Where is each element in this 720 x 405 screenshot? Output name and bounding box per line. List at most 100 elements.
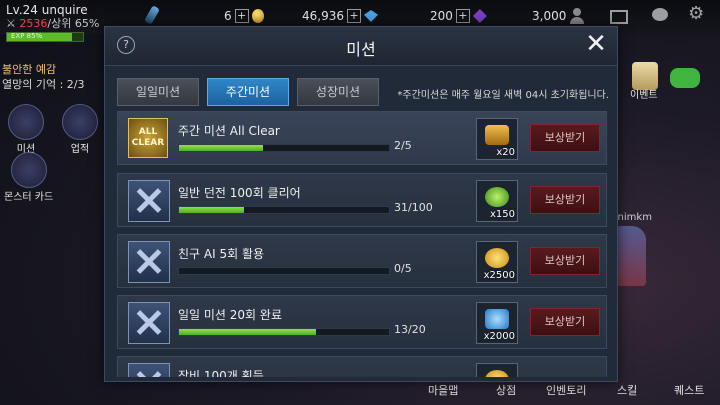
mission-row: 일일 미션 20회 완료 13/20 x2000 보상받기 (117, 295, 607, 349)
mission-progress-text: 0/5 (394, 262, 412, 275)
currency-gold: 46,936 + (302, 9, 378, 23)
monster-card-button[interactable]: 몬스터 카드 (4, 152, 53, 203)
tab-growth[interactable]: 성장미션 (297, 78, 379, 106)
event-label-wrap: 이벤트 (630, 86, 658, 101)
currency-crystal: 200 + (430, 9, 487, 23)
gold-coin-icon (485, 370, 509, 377)
mission-progress-bar (178, 267, 390, 275)
exp-label: EXP 85% (11, 32, 43, 40)
crossed-swords-icon (128, 241, 170, 283)
mission-progress-bar (178, 328, 390, 336)
crossed-swords-icon: ⚔ (6, 17, 16, 30)
mission-name: 일반 던전 100회 클리어 (178, 186, 301, 200)
gold-count: 46,936 (302, 9, 344, 23)
mission-progress-bar (178, 206, 390, 214)
progress-fill (179, 207, 245, 213)
dialog-header: ? 미션 ✕ (105, 27, 617, 66)
claim-reward-button[interactable]: 보상받기 (530, 124, 600, 152)
reward-slot[interactable]: x2500 (476, 241, 518, 283)
quest-tracker[interactable]: 불안한 예감 열망의 기억 : 2/3 (2, 62, 85, 92)
coin-add-button[interactable]: + (234, 9, 249, 23)
mission-name: 친구 AI 5회 활용 (178, 247, 265, 261)
gear-icon[interactable]: ⚙ (688, 5, 706, 23)
torch-icon (144, 5, 160, 25)
mission-row: ALL CLEAR 주간 미션 All Clear 2/5 x20 보상받기 (117, 111, 607, 165)
mission-list[interactable]: ALL CLEAR 주간 미션 All Clear 2/5 x20 보상받기 일… (117, 111, 607, 377)
event-label: 이벤트 (630, 90, 658, 101)
mission-tabs: 일일미션 주간미션 성장미션 (117, 78, 379, 106)
event-button[interactable] (670, 68, 700, 88)
mail-icon[interactable] (610, 10, 628, 24)
mission-name: 장비 100개 획득 (178, 369, 264, 377)
monster-card-icon (10, 152, 47, 188)
claim-reward-button[interactable]: 보상받기 (530, 186, 600, 214)
player-info[interactable]: Lv.24 unquire ⚔ 2536/상위 65% (6, 3, 99, 31)
reset-notice: *주간미션은 매주 월요일 새벽 04시 초기화됩니다. (397, 90, 609, 101)
green-gem-icon (485, 187, 509, 207)
combat-power: ⚔ 2536/상위 65% (6, 17, 99, 31)
mission-name: 주간 미션 All Clear (178, 124, 280, 138)
currency-friend-points: 3,000 (532, 9, 566, 23)
gold-add-button[interactable]: + (347, 9, 361, 23)
currency-coin: 6 + (224, 9, 264, 23)
quest-subtitle: 열망의 기억 : 2/3 (2, 78, 85, 91)
ticket-icon (485, 125, 509, 145)
tab-weekly[interactable]: 주간미션 (207, 78, 289, 106)
reward-count: x20 (496, 147, 515, 158)
nav-shop[interactable]: 상점 (496, 382, 516, 398)
friend-icon[interactable] (568, 8, 586, 24)
mission-row: 장비 100개 획득 (117, 356, 607, 377)
progress-fill (179, 145, 263, 151)
power-rank: /상위 65% (47, 17, 100, 30)
achievement-button-label: 업적 (70, 144, 90, 155)
nav-town-map[interactable]: 마을맵 (428, 382, 458, 398)
progress-fill (179, 329, 316, 335)
monster-card-button-label: 몬스터 카드 (4, 192, 54, 203)
mission-button[interactable]: 미션 (8, 104, 44, 155)
mission-row: 일반 던전 100회 클리어 31/100 x150 보상받기 (117, 173, 607, 227)
player-level-name: Lv.24 unquire (6, 3, 88, 17)
crossed-swords-icon (128, 363, 170, 377)
crystal-add-button[interactable]: + (455, 9, 470, 23)
coin-count: 6 (224, 9, 232, 23)
mission-progress-text: 2/5 (394, 139, 412, 152)
gem-icon (364, 10, 378, 22)
crystal-icon (472, 9, 487, 23)
claim-reward-button[interactable]: 보상받기 (530, 247, 600, 275)
mission-progress-bar (178, 144, 390, 152)
mission-dialog: ? 미션 ✕ 일일미션 주간미션 성장미션 *주간미션은 매주 월요일 새벽 0… (104, 26, 618, 382)
reward-slot[interactable]: x2000 (476, 302, 518, 344)
reward-count: x2500 (483, 270, 515, 281)
gamepad-icon (670, 68, 700, 88)
mission-progress-text: 31/100 (394, 201, 433, 214)
achievement-icon (62, 104, 98, 140)
reward-slot[interactable]: x150 (476, 180, 518, 222)
all-clear-icon: ALL CLEAR (128, 118, 168, 158)
gold-coin-icon (485, 248, 509, 268)
mission-name: 일일 미션 20회 완료 (178, 308, 282, 322)
achievement-button[interactable]: 업적 (62, 104, 98, 155)
power-value: 2536 (19, 17, 48, 30)
coin-icon (251, 9, 264, 23)
blue-gem-icon (485, 309, 509, 329)
mission-row: 친구 AI 5회 활용 0/5 x2500 보상받기 (117, 234, 607, 288)
reward-count: x150 (489, 209, 515, 220)
dialog-title: 미션 (346, 40, 376, 59)
mission-progress-text: 13/20 (394, 323, 426, 336)
crossed-swords-icon (128, 302, 170, 344)
exp-bar: EXP 85% (6, 32, 84, 42)
quest-title: 불안한 예감 (2, 63, 57, 76)
friend-points-count: 3,000 (532, 9, 567, 23)
crystal-count: 200 (430, 9, 453, 23)
nav-inventory[interactable]: 인벤토리 (546, 382, 586, 398)
close-button[interactable]: ✕ (583, 31, 609, 57)
chat-icon[interactable] (652, 8, 668, 21)
tab-daily[interactable]: 일일미션 (117, 78, 199, 106)
nav-skill[interactable]: 스킬 (617, 382, 637, 398)
reward-slot[interactable]: x20 (476, 118, 518, 160)
claim-reward-button[interactable]: 보상받기 (530, 308, 600, 336)
reward-slot[interactable] (476, 363, 518, 377)
mission-icon (8, 104, 44, 140)
nav-quest[interactable]: 퀘스트 (674, 382, 704, 398)
reward-count: x2000 (483, 331, 515, 342)
